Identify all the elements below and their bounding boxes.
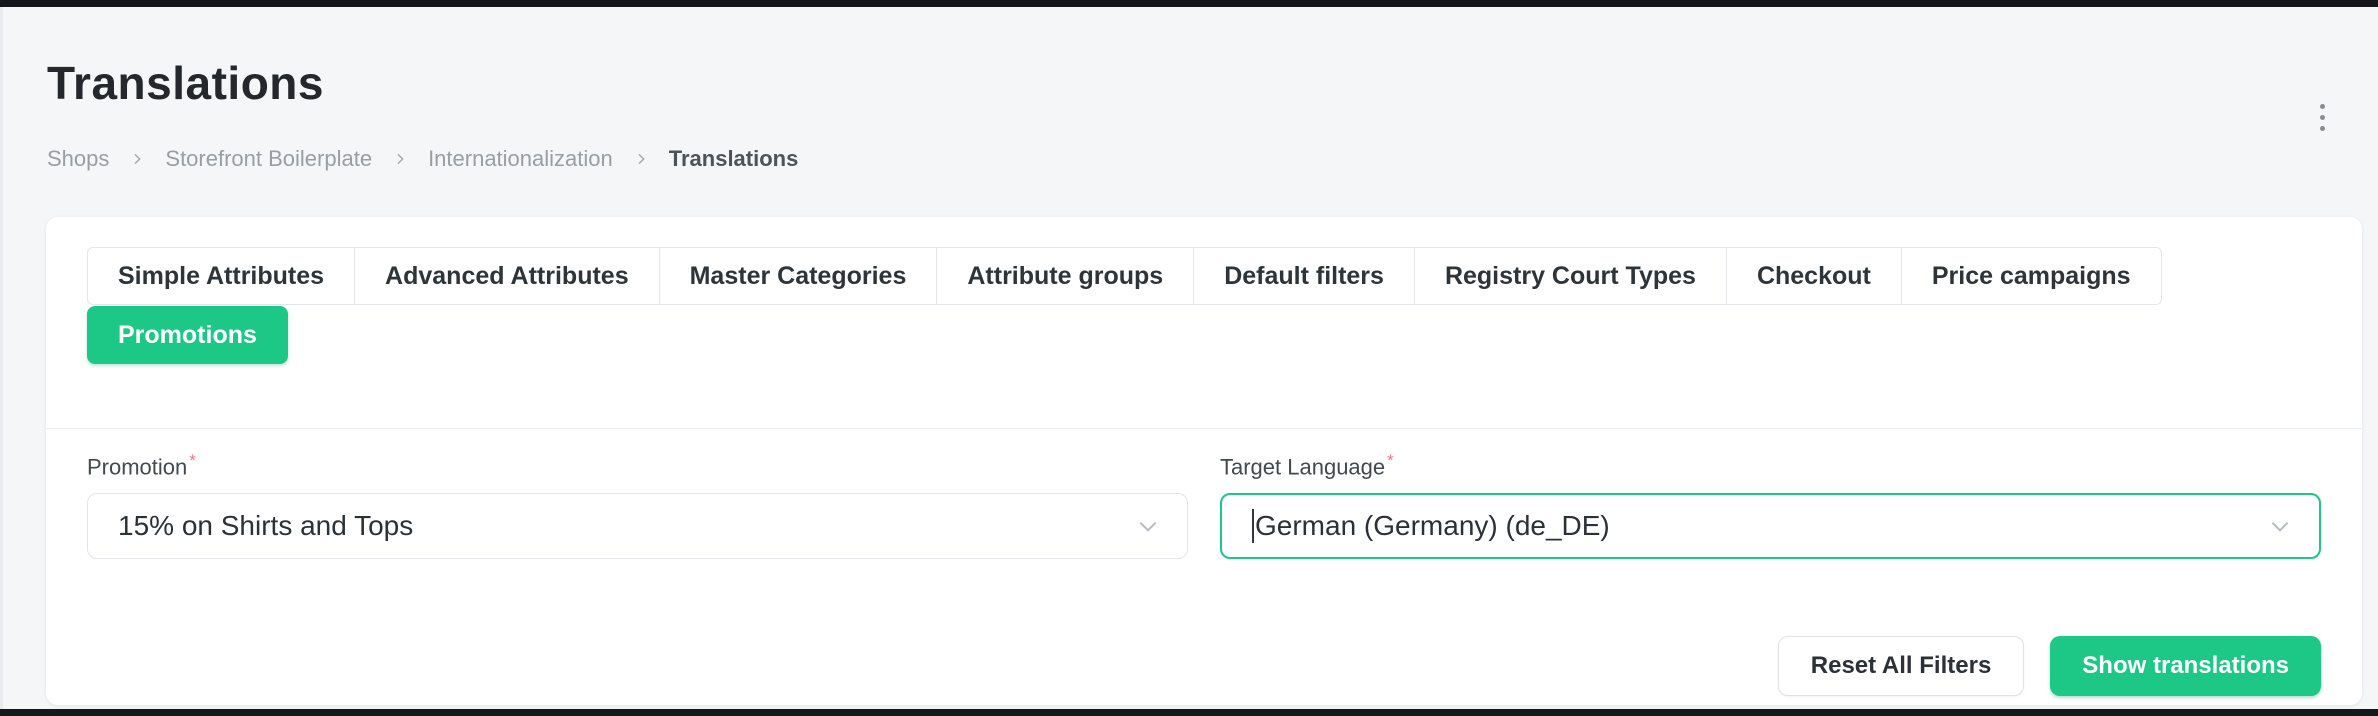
- show-translations-button[interactable]: Show translations: [2050, 636, 2321, 696]
- page-header: Translations Shops Storefront Boilerplat…: [3, 7, 2378, 172]
- target-language-select-value: German (Germany) (de_DE): [1255, 510, 1610, 542]
- required-asterisk: *: [189, 451, 196, 470]
- target-language-label: Target Language*: [1220, 451, 2321, 480]
- tab-attribute-groups[interactable]: Attribute groups: [936, 247, 1194, 305]
- promotion-select[interactable]: 15% on Shirts and Tops: [87, 493, 1188, 559]
- content-card: Simple Attributes Advanced Attributes Ma…: [46, 217, 2362, 705]
- tab-price-campaigns[interactable]: Price campaigns: [1901, 247, 2162, 305]
- promotion-label: Promotion*: [87, 451, 1188, 480]
- tab-master-categories[interactable]: Master Categories: [659, 247, 938, 305]
- chevron-down-icon[interactable]: [2267, 513, 2293, 539]
- chevron-right-icon: [633, 151, 649, 167]
- bottom-edge-bar: [0, 709, 2378, 716]
- promotion-select-value: 15% on Shirts and Tops: [118, 510, 413, 542]
- reset-all-filters-button[interactable]: Reset All Filters: [1778, 636, 2025, 696]
- chevron-right-icon: [392, 151, 408, 167]
- kebab-menu-icon[interactable]: [2300, 93, 2344, 141]
- breadcrumb: Shops Storefront Boilerplate Internation…: [47, 146, 2332, 172]
- target-language-field: Target Language* German (Germany) (de_DE…: [1220, 451, 2321, 559]
- top-edge-bar: [0, 0, 2378, 7]
- breadcrumb-item-shops[interactable]: Shops: [47, 146, 109, 172]
- breadcrumb-current: Translations: [669, 146, 799, 172]
- target-language-select[interactable]: German (Germany) (de_DE): [1220, 493, 2321, 559]
- breadcrumb-item-internationalization[interactable]: Internationalization: [428, 146, 613, 172]
- tab-checkout[interactable]: Checkout: [1726, 247, 1902, 305]
- text-caret: [1252, 509, 1254, 543]
- action-button-row: Reset All Filters Show translations: [87, 636, 2321, 696]
- target-language-label-text: Target Language: [1220, 454, 1385, 479]
- promotion-label-text: Promotion: [87, 454, 187, 479]
- tab-promotions-active[interactable]: Promotions: [87, 306, 288, 364]
- chevron-right-icon: [129, 151, 145, 167]
- tab-simple-attributes[interactable]: Simple Attributes: [87, 247, 355, 305]
- page: Translations Shops Storefront Boilerplat…: [0, 7, 2378, 709]
- required-asterisk: *: [1387, 451, 1394, 470]
- chevron-down-icon[interactable]: [1135, 513, 1161, 539]
- tab-default-filters[interactable]: Default filters: [1193, 247, 1415, 305]
- tab-advanced-attributes[interactable]: Advanced Attributes: [354, 247, 660, 305]
- page-title: Translations: [47, 56, 2332, 110]
- tab-registry-court-types[interactable]: Registry Court Types: [1414, 247, 1727, 305]
- card-divider: [46, 428, 2362, 429]
- tab-bar: Simple Attributes Advanced Attributes Ma…: [87, 247, 2321, 365]
- filter-form: Promotion* 15% on Shirts and Tops Target…: [87, 451, 2321, 559]
- promotion-field: Promotion* 15% on Shirts and Tops: [87, 451, 1188, 559]
- breadcrumb-item-storefront-boilerplate[interactable]: Storefront Boilerplate: [165, 146, 372, 172]
